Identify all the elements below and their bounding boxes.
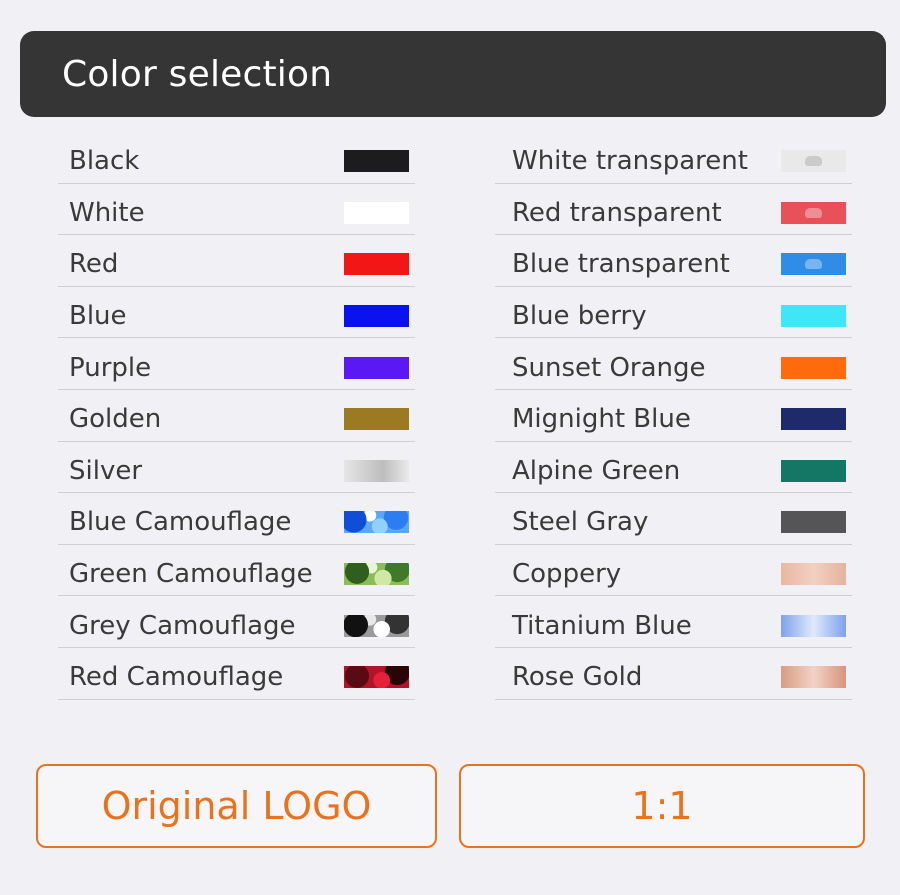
color-option-row[interactable]: Green Camouflage bbox=[58, 545, 415, 597]
color-option-row[interactable]: Red Camouflage bbox=[58, 648, 415, 700]
color-swatch[interactable] bbox=[781, 511, 846, 534]
color-swatch[interactable] bbox=[781, 614, 846, 637]
color-option-row[interactable]: Purple bbox=[58, 338, 415, 390]
color-option-row[interactable]: Blue berry bbox=[495, 287, 852, 339]
original-logo-button[interactable]: Original LOGO bbox=[36, 764, 437, 848]
color-option-row[interactable]: White bbox=[58, 184, 415, 236]
color-swatch[interactable] bbox=[344, 459, 409, 482]
color-option-row[interactable]: Silver bbox=[58, 442, 415, 494]
color-swatch[interactable] bbox=[344, 563, 409, 586]
color-swatch[interactable] bbox=[781, 150, 846, 173]
color-swatch[interactable] bbox=[344, 253, 409, 276]
color-option-label: White transparent bbox=[512, 146, 748, 177]
color-swatch[interactable] bbox=[344, 305, 409, 328]
color-option-label: Silver bbox=[69, 455, 143, 486]
color-swatch[interactable] bbox=[781, 201, 846, 224]
color-option-label: Red bbox=[69, 249, 119, 280]
color-option-row[interactable]: Blue transparent bbox=[495, 235, 852, 287]
color-option-row[interactable]: Steel Gray bbox=[495, 493, 852, 545]
color-option-row[interactable]: Black bbox=[58, 132, 415, 184]
color-swatch[interactable] bbox=[781, 305, 846, 328]
color-option-label: Grey Camouflage bbox=[69, 610, 296, 641]
color-option-row[interactable]: Sunset Orange bbox=[495, 338, 852, 390]
color-swatch[interactable] bbox=[781, 459, 846, 482]
color-option-label: Green Camouflage bbox=[69, 559, 313, 590]
color-swatch[interactable] bbox=[781, 253, 846, 276]
ratio-button[interactable]: 1:1 bbox=[459, 764, 865, 848]
color-swatch[interactable] bbox=[781, 356, 846, 379]
page-title: Color selection bbox=[62, 53, 333, 95]
color-option-row[interactable]: Golden bbox=[58, 390, 415, 442]
color-option-label: Sunset Orange bbox=[512, 352, 706, 383]
color-option-label: Blue Camouflage bbox=[69, 507, 292, 538]
color-swatch[interactable] bbox=[781, 408, 846, 431]
color-swatch[interactable] bbox=[344, 666, 409, 689]
color-option-label: Coppery bbox=[512, 559, 622, 590]
color-option-row[interactable]: Blue Camouflage bbox=[58, 493, 415, 545]
color-option-label: Blue bbox=[69, 301, 127, 332]
color-option-label: Steel Gray bbox=[512, 507, 649, 538]
color-option-row[interactable]: Alpine Green bbox=[495, 442, 852, 494]
color-option-row[interactable]: Mignight Blue bbox=[495, 390, 852, 442]
color-swatch[interactable] bbox=[344, 614, 409, 637]
color-swatch[interactable] bbox=[344, 150, 409, 173]
color-option-row[interactable]: Red bbox=[58, 235, 415, 287]
color-list-left: Black White Red Blue Purple Golden Silver Blue … bbox=[58, 132, 415, 700]
color-option-row[interactable]: Blue bbox=[58, 287, 415, 339]
color-list-right: White transparent Red transparent Blue tra… bbox=[495, 132, 852, 700]
color-option-row[interactable]: Grey Camouflage bbox=[58, 596, 415, 648]
color-option-label: Rose Gold bbox=[512, 662, 643, 693]
color-swatch[interactable] bbox=[344, 511, 409, 534]
color-option-row[interactable]: Coppery bbox=[495, 545, 852, 597]
header-bar: Color selection bbox=[20, 31, 886, 117]
color-option-label: Blue transparent bbox=[512, 249, 730, 280]
color-option-label: Blue berry bbox=[512, 301, 647, 332]
color-option-row[interactable]: White transparent bbox=[495, 132, 852, 184]
color-option-label: Titanium Blue bbox=[512, 610, 692, 641]
color-option-label: Alpine Green bbox=[512, 455, 681, 486]
color-option-label: Red Camouflage bbox=[69, 662, 284, 693]
color-swatch[interactable] bbox=[344, 356, 409, 379]
color-swatch[interactable] bbox=[781, 563, 846, 586]
color-swatch[interactable] bbox=[344, 201, 409, 224]
color-option-label: Mignight Blue bbox=[512, 404, 691, 435]
color-option-label: Black bbox=[69, 146, 140, 177]
color-swatch[interactable] bbox=[344, 408, 409, 431]
color-option-row[interactable]: Titanium Blue bbox=[495, 596, 852, 648]
color-option-label: Red transparent bbox=[512, 197, 722, 228]
color-option-label: Purple bbox=[69, 352, 152, 383]
color-option-row[interactable]: Red transparent bbox=[495, 184, 852, 236]
color-swatch[interactable] bbox=[781, 666, 846, 689]
color-option-row[interactable]: Rose Gold bbox=[495, 648, 852, 700]
color-option-label: Golden bbox=[69, 404, 162, 435]
color-option-label: White bbox=[69, 197, 145, 228]
